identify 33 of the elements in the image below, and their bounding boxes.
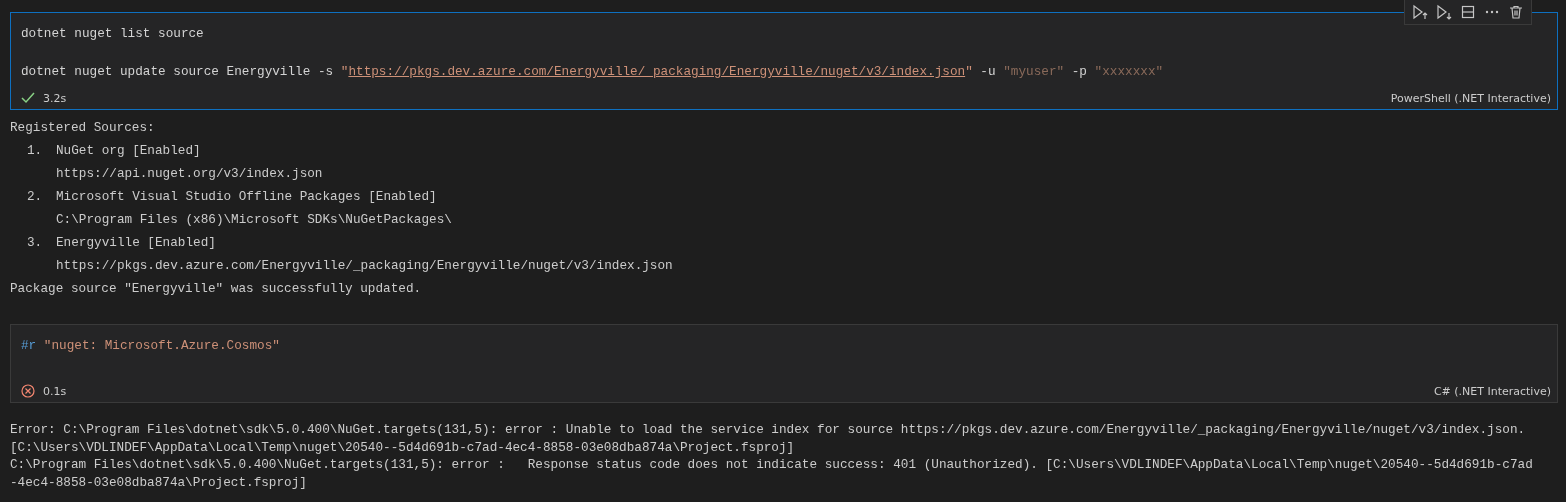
notebook-cell[interactable]: #r "nuget: Microsoft.Azure.Cosmos" 0.1s C# (.NET Interactive) [10, 324, 1558, 403]
play-up-icon [1412, 4, 1428, 20]
code-line: #r "nuget: Microsoft.Azure.Cosmos" [21, 337, 280, 355]
output-line: NuGet org [Enabled] [56, 142, 201, 160]
output-line: Package source "Energyville" was successfully updated. [10, 280, 423, 298]
play-down-icon [1436, 4, 1452, 20]
split-icon [1461, 5, 1475, 19]
output-line: Registered Sources: [10, 119, 156, 137]
trash-icon [1509, 5, 1523, 19]
kernel-label[interactable]: PowerShell (.NET Interactive) [1390, 91, 1551, 105]
code-line: dotnet nuget list source [21, 25, 204, 43]
kernel-label[interactable]: C# (.NET Interactive) [1433, 384, 1551, 398]
output-line: https://pkgs.dev.azure.com/Energyville/_packaging/Energyville/nuget/v3/index.json [56, 257, 673, 275]
delete-button[interactable] [1507, 3, 1525, 21]
run-above-button[interactable] [1411, 3, 1429, 21]
error-line: [C:\Users\VDLINDEF\AppData\Local\Temp\nuget\20540--5d4d691b-c7ad-4ec4-8858-03e08dba874a\Project.fsproj] [10, 438, 795, 456]
error-line: -4ec4-8858-03e08dba874a\Project.fsproj] [10, 473, 307, 491]
duration-label: 0.1s [43, 384, 67, 398]
output-line: Energyville [Enabled] [56, 234, 216, 252]
duration-label: 3.2s [43, 91, 67, 105]
output-line: C:\Program Files (x86)\Microsoft SDKs\NuGetPackages\ [56, 211, 452, 229]
code-line: dotnet nuget update source Energyville -s "https://pkgs.dev.azure.com/Energyville/_packaging/Energyville/nuget/v3/index.json" -u "myuser" -p "xxxxxxx" [21, 63, 1164, 81]
run-below-button[interactable] [1435, 3, 1453, 21]
list-number: 2. [26, 188, 44, 206]
list-number: 3. [26, 234, 44, 252]
error-line: Error: C:\Program Files\dotnet\sdk\5.0.400\NuGet.targets(131,5): error : Unable to load the service index for source https://pkgs.dev.azure.com/Energyville/_packaging/Energyville/nuget/v3/index.json. [10, 421, 1526, 439]
notebook-cell[interactable] [10, 12, 1558, 110]
list-number: 1. [26, 142, 44, 160]
output-line: Microsoft Visual Studio Offline Packages [Enabled] [56, 188, 437, 206]
error-line: C:\Program Files\dotnet\sdk\5.0.400\NuGet.targets(131,5): error : Response status code does not indicate success: 401 (Unauthorized). [C:\Users\VDLINDEF\AppData\Local\Temp\nuget\20540--5d4d691b-c7ad [10, 456, 1533, 474]
split-cell-button[interactable] [1459, 3, 1477, 21]
more-icon [1485, 10, 1499, 14]
output-line: https://api.nuget.org/v3/index.json [56, 165, 323, 183]
